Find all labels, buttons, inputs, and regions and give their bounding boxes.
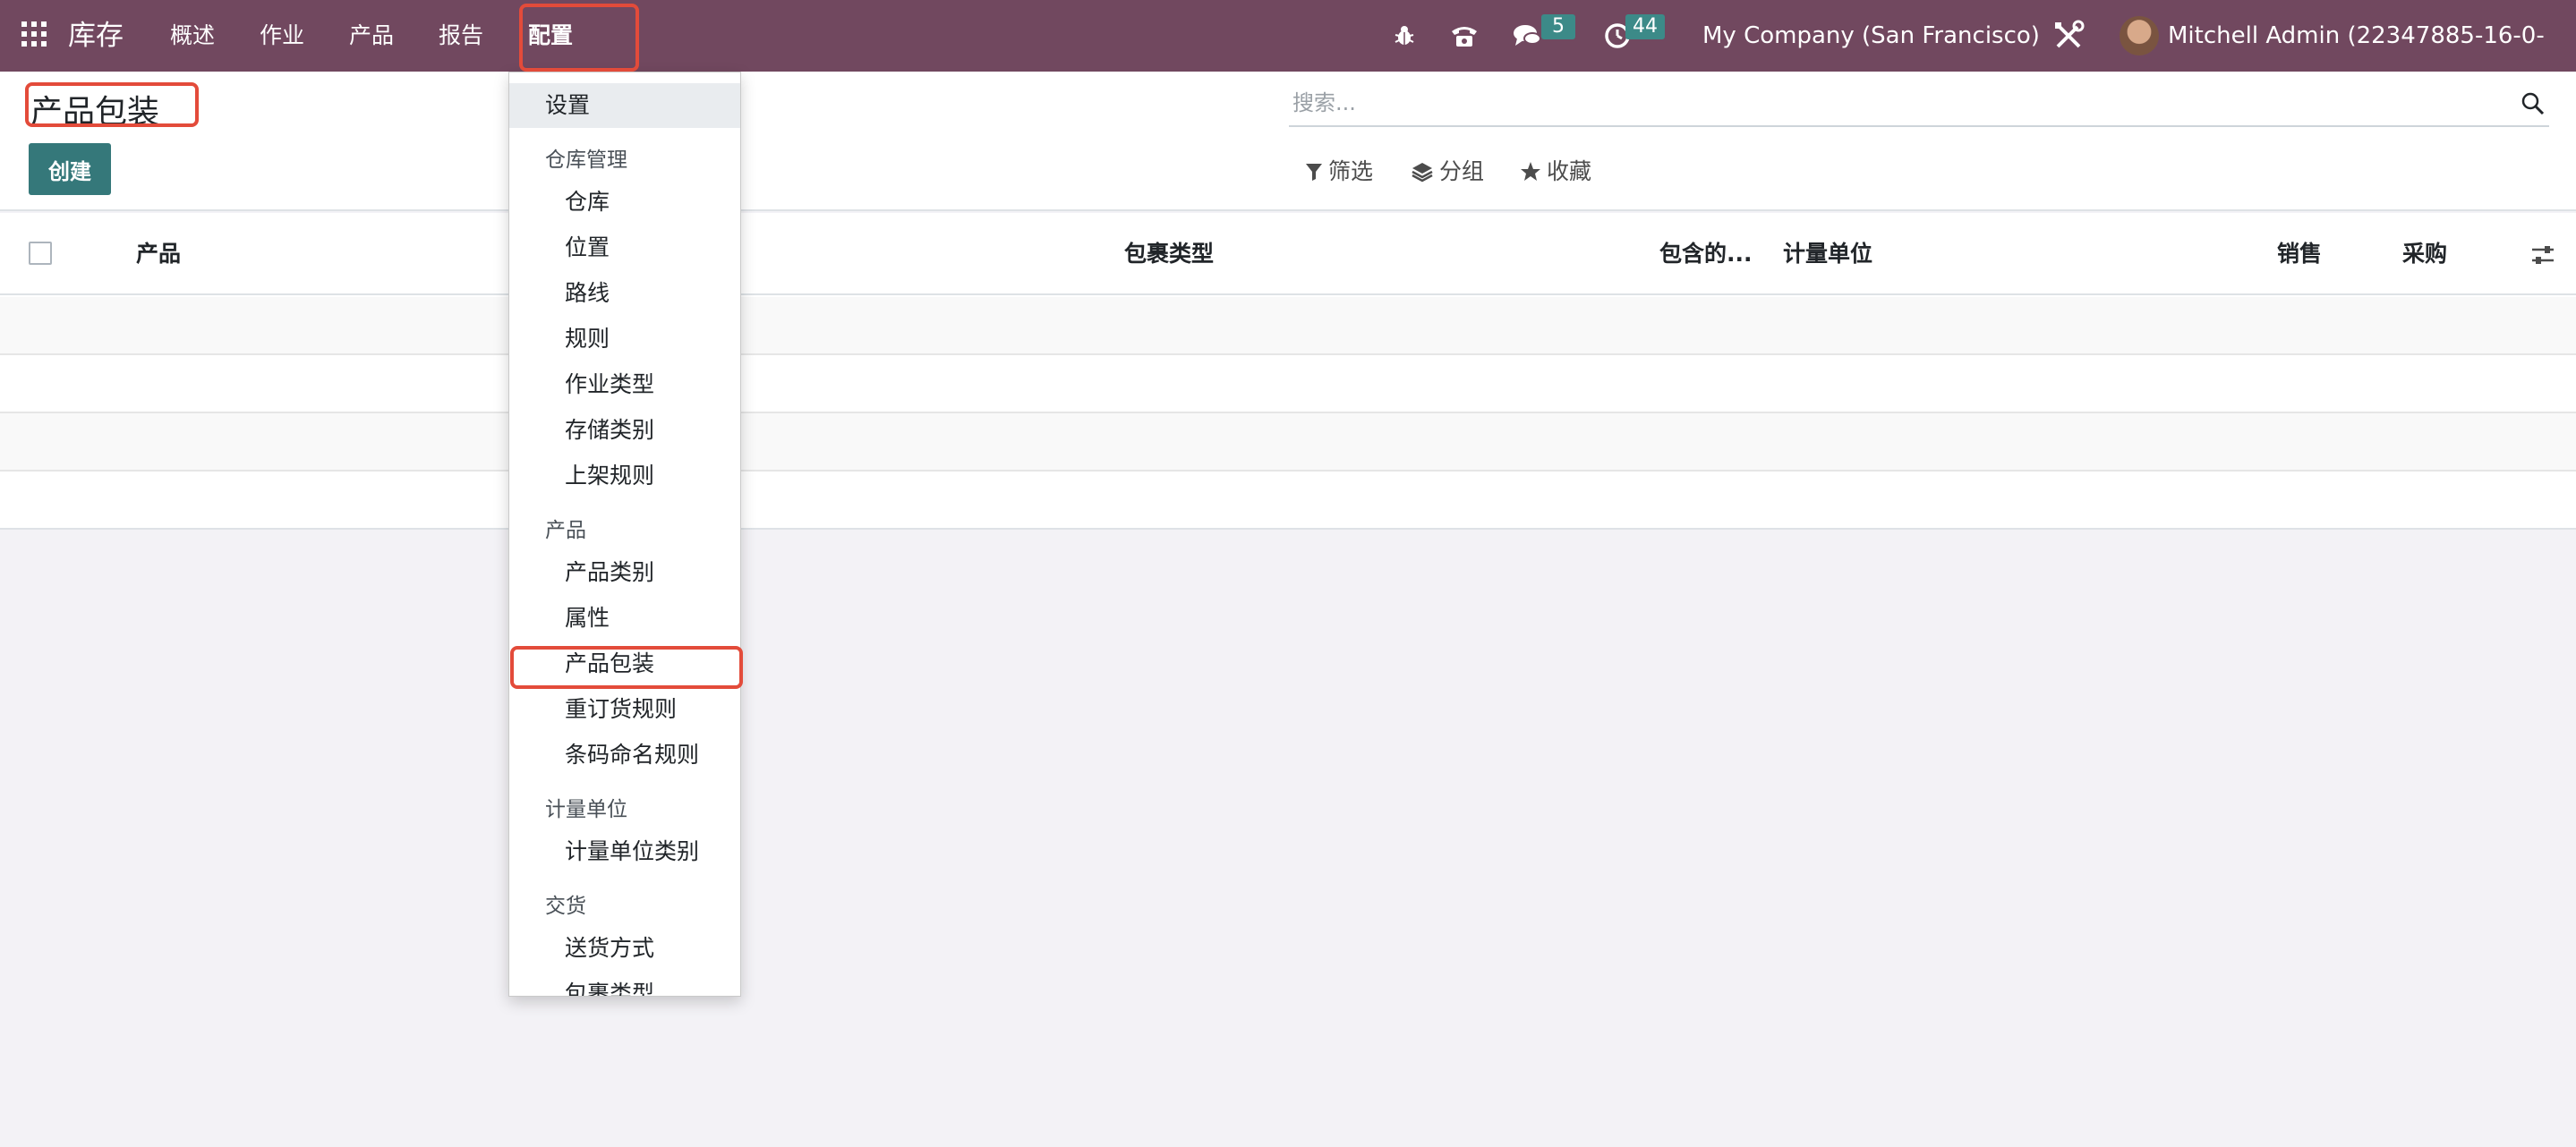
menu-section-delivery: 交货 — [545, 895, 586, 918]
user-menu[interactable]: Mitchell Admin (22347885-16-0-all) — [2168, 0, 2576, 121]
menu-overview[interactable]: 概述 — [170, 0, 215, 72]
menu-item-uom-categories[interactable]: 计量单位类别 — [509, 829, 740, 874]
star-icon — [1521, 162, 1540, 181]
menu-item-warehouses[interactable]: 仓库 — [509, 180, 740, 225]
table-row — [0, 413, 2576, 472]
menu-item-storage-categories[interactable]: 存储类别 — [509, 408, 740, 453]
menu-section-products: 产品 — [545, 519, 586, 542]
menu-section-warehouse-management: 仓库管理 — [545, 149, 627, 172]
table-row — [0, 297, 2576, 355]
search-bar — [1289, 81, 2549, 127]
menu-item-barcode-nomenclatures[interactable]: 条码命名规则 — [509, 733, 740, 777]
groupby-toggle[interactable]: 分组 — [1411, 156, 1484, 188]
search-icon[interactable] — [2521, 91, 2546, 116]
control-panel: 产品包装 创建 筛选 分组 收藏 — [0, 72, 2576, 211]
menu-operations[interactable]: 作业 — [260, 0, 304, 72]
search-input[interactable] — [1289, 81, 2497, 125]
menu-item-shipping-methods[interactable]: 送货方式 — [509, 926, 740, 971]
groupby-label: 分组 — [1439, 158, 1485, 184]
company-switcher[interactable]: My Company (San Francisco) — [1702, 0, 2040, 72]
menu-item-product-packagings[interactable]: 产品包装 — [509, 641, 740, 686]
menu-item-settings[interactable]: 设置 — [509, 83, 740, 128]
menu-item-rules[interactable]: 规则 — [509, 317, 740, 361]
phone-icon[interactable] — [1448, 0, 1480, 72]
column-uom[interactable]: 计量单位 — [1783, 213, 1872, 295]
filter-icon — [1306, 164, 1322, 181]
menu-item-attributes[interactable]: 属性 — [509, 596, 740, 641]
menu-products[interactable]: 产品 — [349, 0, 394, 72]
messages-count-badge: 5 — [1541, 14, 1575, 39]
activities-count-badge: 44 — [1625, 14, 1665, 39]
layers-icon — [1412, 163, 1433, 183]
select-all-checkbox[interactable] — [29, 242, 52, 265]
favorites-toggle[interactable]: 收藏 — [1520, 156, 1591, 188]
menu-item-package-types[interactable]: 包裹类型 — [509, 972, 740, 996]
column-contained-qty[interactable]: 包含的... — [1659, 213, 1753, 295]
app-name[interactable]: 库存 — [68, 0, 124, 72]
menu-item-operation-types[interactable]: 作业类型 — [509, 362, 740, 407]
column-product[interactable]: 产品 — [136, 213, 181, 295]
table-row — [0, 472, 2576, 530]
messages-icon[interactable] — [1511, 0, 1543, 72]
menu-item-reordering-rules[interactable]: 重订货规则 — [509, 687, 740, 732]
configuration-dropdown-menu: 设置 仓库管理 仓库 位置 路线 规则 作业类型 存储类别 上架规则 产品 产品… — [508, 72, 741, 997]
menu-item-putaway-rules[interactable]: 上架规则 — [509, 454, 740, 498]
tools-icon[interactable] — [2051, 0, 2086, 72]
menu-item-product-categories[interactable]: 产品类别 — [509, 550, 740, 595]
page-title: 产品包装 — [30, 94, 160, 131]
menu-section-uom: 计量单位 — [545, 798, 627, 821]
optional-columns-icon[interactable] — [2529, 242, 2556, 268]
top-navbar: 库存 概述 作业 产品 报告 配置 5 44 My Company (San F… — [0, 0, 2576, 121]
table-row — [0, 355, 2576, 413]
menu-item-routes[interactable]: 路线 — [509, 271, 740, 316]
column-sales[interactable]: 销售 — [2277, 213, 2322, 295]
filters-label: 筛选 — [1328, 158, 1374, 184]
apps-menu-icon[interactable] — [21, 21, 47, 47]
menu-reporting[interactable]: 报告 — [439, 0, 483, 72]
debug-bug-icon[interactable] — [1391, 0, 1418, 72]
menu-item-locations[interactable]: 位置 — [509, 225, 740, 270]
favorites-label: 收藏 — [1547, 158, 1592, 184]
filters-toggle[interactable]: 筛选 — [1305, 156, 1373, 188]
create-button[interactable]: 创建 — [29, 143, 111, 195]
column-package-type[interactable]: 包裹类型 — [1124, 213, 1214, 295]
menu-configuration[interactable]: 配置 — [528, 0, 573, 72]
list-view: 产品 包裹类型 包含的... 计量单位 销售 采购 — [0, 213, 2576, 530]
table-header: 产品 包裹类型 包含的... 计量单位 销售 采购 — [0, 213, 2576, 295]
column-purchase[interactable]: 采购 — [2402, 213, 2447, 295]
user-avatar[interactable] — [2120, 16, 2159, 55]
